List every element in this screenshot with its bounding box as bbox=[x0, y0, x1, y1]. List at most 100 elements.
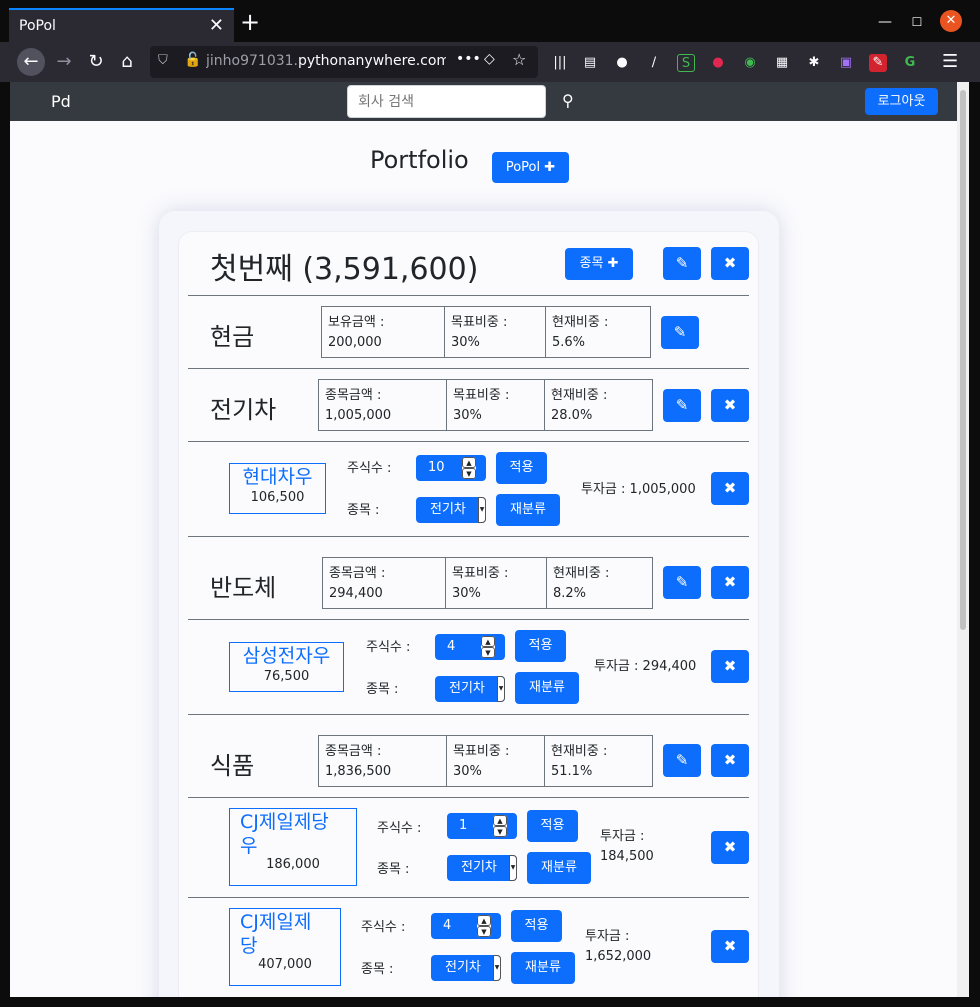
stock-name[interactable]: 현대차우 bbox=[230, 464, 325, 490]
stock-card[interactable]: CJ제일제당 우 186,000 bbox=[229, 808, 357, 886]
apply-button[interactable]: 적용 bbox=[496, 452, 547, 484]
url-text[interactable]: jinho971031.pythonanywhere.com bbox=[206, 53, 446, 69]
apply-button[interactable]: 적용 bbox=[511, 910, 562, 942]
stock-name-line2[interactable]: 우 bbox=[230, 835, 356, 857]
tracking-shield-icon[interactable]: ⛉ bbox=[158, 53, 168, 68]
cash-current-cell: 현재비중 : 5.6% bbox=[546, 307, 650, 357]
window-maximize-button[interactable]: ☐ bbox=[905, 10, 929, 34]
investment-amount: 투자금 : 1,652,000 bbox=[585, 927, 651, 967]
apply-button[interactable]: 적용 bbox=[527, 810, 578, 842]
shares-spinner[interactable]: ▲ ▼ bbox=[493, 815, 507, 837]
shares-spinner[interactable]: ▲ ▼ bbox=[477, 915, 491, 937]
delete-stock-icon[interactable]: ✖ bbox=[711, 650, 749, 683]
shares-input[interactable]: 4 ▲ ▼ bbox=[435, 634, 505, 660]
extension-tomato-icon[interactable]: ● bbox=[709, 54, 727, 72]
extension-s-icon[interactable]: S bbox=[677, 54, 695, 72]
target-cell: 목표비중 : 30% bbox=[447, 736, 545, 786]
category-select[interactable]: 전기차 ▼ bbox=[447, 855, 517, 881]
amount-value: 1,836,500 bbox=[325, 764, 392, 779]
extension-tool-icon[interactable]: ∕ bbox=[645, 54, 663, 72]
pocket-icon[interactable]: ◇ bbox=[484, 51, 495, 67]
stock-card[interactable]: 현대차우 106,500 bbox=[229, 463, 326, 514]
stock-card[interactable]: CJ제일제 당 407,000 bbox=[229, 908, 341, 986]
extension-paw-icon[interactable]: ✱ bbox=[805, 54, 823, 72]
stock-name-line1[interactable]: CJ제일제당 bbox=[230, 809, 356, 835]
brand-logo[interactable]: Pd bbox=[51, 92, 71, 111]
shares-spinner[interactable]: ▲ ▼ bbox=[462, 457, 476, 479]
library-icon[interactable]: ||| bbox=[551, 54, 569, 72]
extension-grid-icon[interactable]: ▦ bbox=[773, 54, 791, 72]
browser-tab[interactable]: PoPol ✕ bbox=[9, 8, 234, 42]
category-title: 식품 bbox=[210, 752, 255, 780]
reclassify-button[interactable]: 재분류 bbox=[515, 672, 579, 704]
extension-red-icon[interactable]: ✎ bbox=[869, 54, 887, 72]
stock-card[interactable]: 삼성전자우 76,500 bbox=[229, 642, 344, 692]
stock-name-line2[interactable]: 당 bbox=[230, 935, 340, 957]
add-portfolio-button[interactable]: PoPol ✚ bbox=[492, 152, 569, 183]
reclassify-button[interactable]: 재분류 bbox=[496, 494, 560, 526]
edit-portfolio-icon[interactable]: ✎ bbox=[663, 247, 701, 280]
delete-category-icon[interactable]: ✖ bbox=[711, 389, 749, 422]
site-navbar: Pd ⚲ 로그아웃 bbox=[10, 82, 957, 121]
edit-category-icon[interactable]: ✎ bbox=[663, 389, 701, 422]
shares-input[interactable]: 1 ▲ ▼ bbox=[447, 813, 517, 839]
insecure-lock-icon[interactable]: 🔓 bbox=[184, 52, 201, 68]
page-actions-icon[interactable]: ••• bbox=[456, 51, 481, 67]
edit-category-icon[interactable]: ✎ bbox=[663, 744, 701, 777]
category-select[interactable]: 전기차 ▼ bbox=[416, 497, 486, 523]
reclassify-button[interactable]: 재분류 bbox=[511, 952, 575, 984]
logout-button[interactable]: 로그아웃 bbox=[865, 88, 938, 115]
delete-portfolio-icon[interactable]: ✖ bbox=[711, 247, 749, 280]
delete-stock-icon[interactable]: ✖ bbox=[711, 472, 749, 505]
category-select[interactable]: 전기차 ▼ bbox=[435, 676, 505, 702]
page-scrollbar[interactable] bbox=[957, 82, 969, 997]
forward-arrow-icon[interactable]: → bbox=[50, 48, 78, 76]
bookmark-star-icon[interactable]: ☆ bbox=[512, 50, 526, 69]
select-arrow-icon: ▼ bbox=[497, 676, 505, 702]
spin-up-icon[interactable]: ▲ bbox=[493, 815, 507, 826]
shares-spinner[interactable]: ▲ ▼ bbox=[481, 636, 495, 658]
tab-close-icon[interactable]: ✕ bbox=[209, 15, 224, 36]
shares-input[interactable]: 10 ▲ ▼ bbox=[416, 455, 486, 481]
apply-button[interactable]: 적용 bbox=[515, 630, 566, 662]
hamburger-menu-icon[interactable]: ☰ bbox=[942, 51, 958, 72]
reclassify-button[interactable]: 재분류 bbox=[527, 852, 591, 884]
stock-name-line1[interactable]: CJ제일제 bbox=[230, 909, 340, 935]
delete-category-icon[interactable]: ✖ bbox=[711, 566, 749, 599]
window-minimize-button[interactable]: — bbox=[873, 10, 897, 34]
spin-up-icon[interactable]: ▲ bbox=[477, 915, 491, 926]
spin-up-icon[interactable]: ▲ bbox=[481, 636, 495, 647]
extension-sync-icon[interactable]: ◉ bbox=[741, 54, 759, 72]
url-bar[interactable]: ⛉ 🔓 jinho971031.pythonanywhere.com ••• ◇… bbox=[150, 46, 538, 78]
category-title: 반도체 bbox=[210, 574, 277, 602]
stock-name[interactable]: 삼성전자우 bbox=[230, 643, 343, 669]
spin-up-icon[interactable]: ▲ bbox=[462, 457, 476, 468]
delete-stock-icon[interactable]: ✖ bbox=[711, 831, 749, 864]
delete-category-icon[interactable]: ✖ bbox=[711, 744, 749, 777]
spin-down-icon[interactable]: ▼ bbox=[493, 826, 507, 837]
spin-down-icon[interactable]: ▼ bbox=[481, 647, 495, 658]
company-search-input[interactable] bbox=[347, 85, 546, 118]
shares-input[interactable]: 4 ▲ ▼ bbox=[431, 913, 501, 939]
target-value: 30% bbox=[452, 586, 481, 601]
home-icon[interactable]: ⌂ bbox=[113, 48, 141, 76]
search-icon[interactable]: ⚲ bbox=[562, 91, 574, 110]
new-tab-button[interactable]: + bbox=[240, 8, 260, 36]
delete-stock-icon[interactable]: ✖ bbox=[711, 930, 749, 963]
grammarly-icon[interactable]: G bbox=[901, 54, 919, 72]
account-icon[interactable]: ● bbox=[613, 54, 631, 72]
divider bbox=[188, 295, 749, 296]
category-select[interactable]: 전기차 ▼ bbox=[431, 955, 501, 981]
scroll-thumb[interactable] bbox=[960, 90, 966, 630]
target-cell: 목표비중 : 30% bbox=[446, 558, 547, 608]
edit-cash-icon[interactable]: ✎ bbox=[661, 316, 699, 349]
spin-down-icon[interactable]: ▼ bbox=[477, 926, 491, 937]
window-close-button[interactable]: ✕ bbox=[940, 10, 962, 32]
spin-down-icon[interactable]: ▼ bbox=[462, 468, 476, 479]
add-stock-button[interactable]: 종목 ✚ bbox=[565, 248, 633, 280]
reload-icon[interactable]: ↻ bbox=[82, 48, 110, 76]
sidebar-icon[interactable]: ▤ bbox=[581, 54, 599, 72]
back-arrow-icon[interactable]: ← bbox=[17, 48, 45, 76]
extension-purple-icon[interactable]: ▣ bbox=[837, 54, 855, 72]
edit-category-icon[interactable]: ✎ bbox=[663, 566, 701, 599]
